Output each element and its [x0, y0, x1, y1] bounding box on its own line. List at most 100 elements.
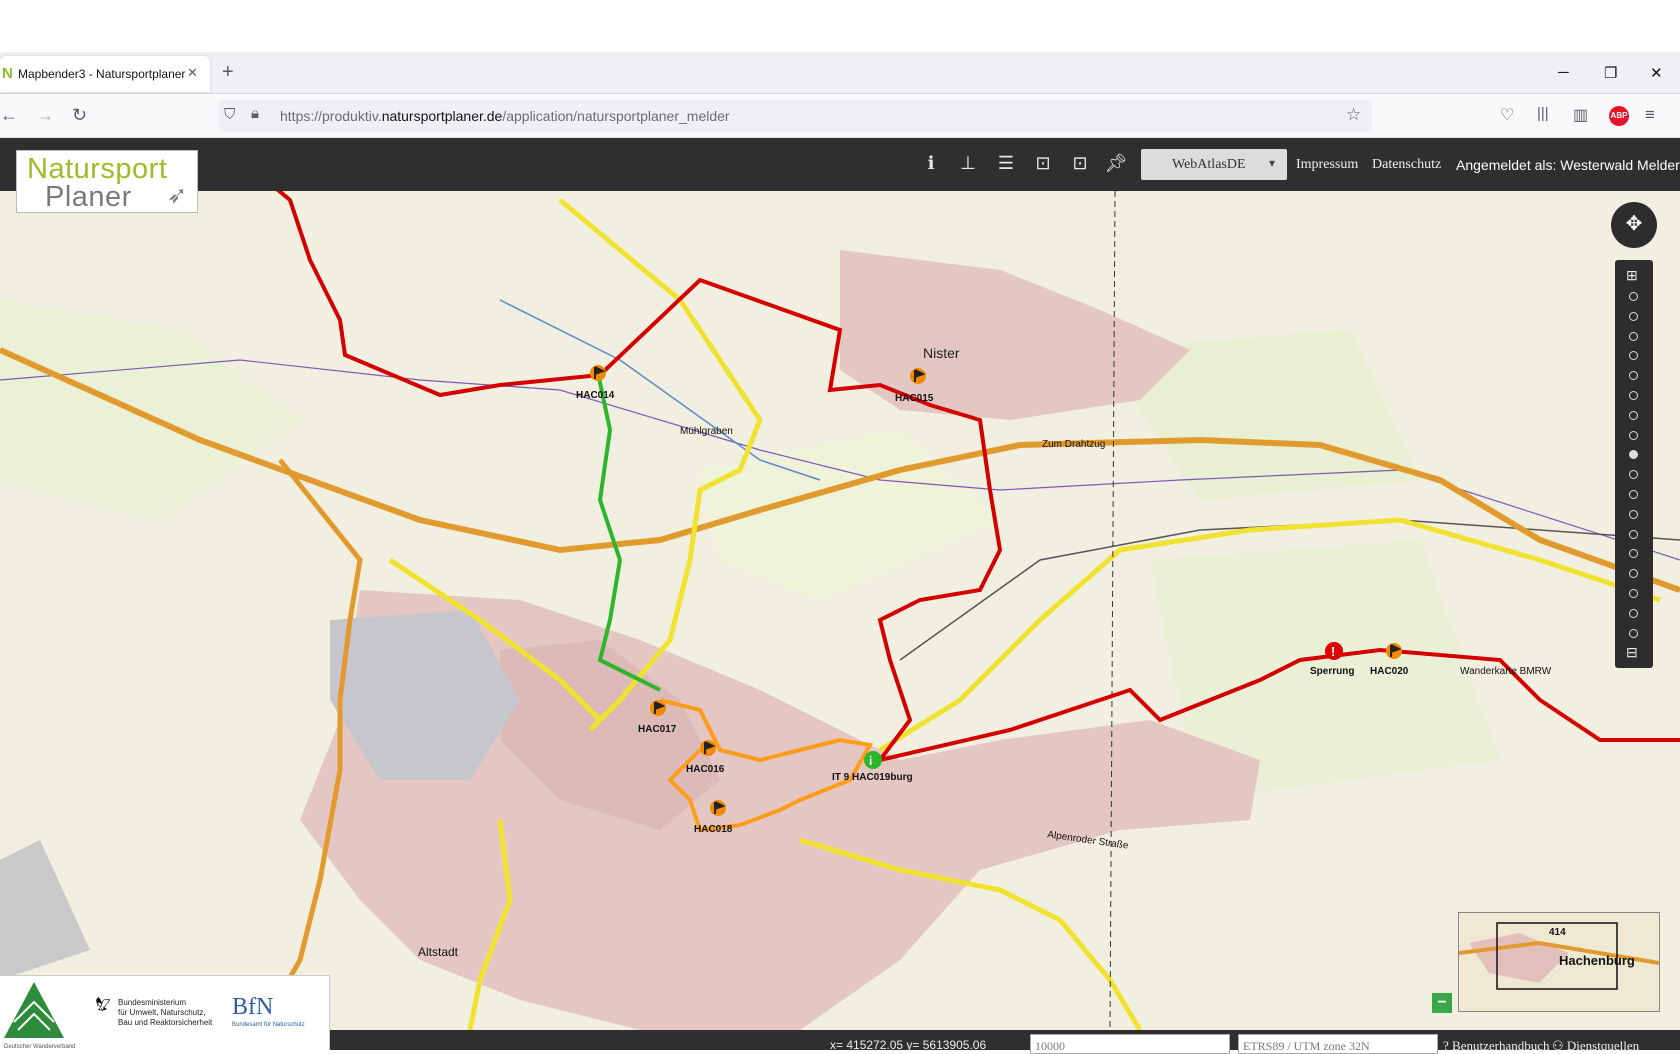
pocket-icon[interactable]: ♡	[1500, 105, 1514, 125]
overview-toggle-button[interactable]: −	[1432, 993, 1452, 1013]
sources-link[interactable]: ⚇ Dienstquellen	[1552, 1038, 1639, 1054]
zoom-level-dot[interactable]	[1629, 312, 1638, 321]
zoom-level-dot[interactable]	[1629, 510, 1638, 519]
zoom-out-icon[interactable]: ⊟	[1626, 644, 1638, 661]
zoom-level-dot[interactable]	[1629, 549, 1638, 558]
url-text: https://produktiv.natursportplaner.de/ap…	[280, 108, 730, 124]
marker-HAC016[interactable]	[700, 740, 716, 756]
zoom-level-dot[interactable]	[1629, 351, 1638, 360]
crop-icon[interactable]: ⊡	[1031, 151, 1055, 175]
marker-label-HAC016: HAC016	[686, 764, 724, 775]
map-layer[interactable]: i !	[0, 191, 1680, 1050]
forward-icon[interactable]: →	[36, 105, 54, 126]
marker-HAC014[interactable]	[590, 365, 606, 381]
zoom-level-dot[interactable]	[1629, 569, 1638, 578]
marker-label-sperrung: Sperrung	[1310, 666, 1354, 677]
sidebar-icon[interactable]: ▥	[1573, 105, 1588, 125]
basemap-select-value: WebAtlasDE	[1172, 157, 1246, 173]
window-close-icon[interactable]: ✕	[1650, 64, 1663, 82]
pin-icon[interactable]: 📌︎	[1104, 151, 1128, 175]
marker-label-HAC015: HAC015	[895, 393, 933, 404]
marker-HAC015[interactable]	[910, 368, 926, 384]
minimize-icon[interactable]: ─	[1558, 64, 1569, 81]
marker-HAC018[interactable]	[710, 800, 726, 816]
crop-alt-icon[interactable]: ⊡	[1068, 151, 1092, 175]
scale-select[interactable]: 10000	[1030, 1034, 1230, 1054]
app-toolbar: ℹ ⊥ ☰ ⊡ ⊡ 📌︎ WebAtlasDE ▾ Impressum Date…	[0, 138, 1680, 191]
url-path: /application/natursportplaner_melder	[502, 108, 729, 124]
url-prefix: https://produktiv.	[280, 108, 382, 124]
zoom-level-dot[interactable]	[1629, 411, 1638, 420]
svg-text:i: i	[869, 754, 872, 768]
bfn-sub: Bundesamt für Naturschutz	[232, 1022, 305, 1028]
bfn-logo: BfN	[232, 994, 273, 1021]
library-icon[interactable]: |||	[1537, 105, 1549, 122]
town-label-nister: Nister	[923, 345, 960, 361]
browser-nav-bar: ← → ↻ ⛉ 🔒︎ https://produktiv.natursportp…	[0, 94, 1680, 138]
cursor-icon: ➶	[167, 181, 187, 210]
wanderverband-logo	[4, 982, 64, 1038]
zoom-bar: ⊞ ⊟	[1615, 260, 1653, 668]
wanderverband-text: Deutscher Wanderverband	[4, 1044, 75, 1050]
basemap-select[interactable]: WebAtlasDE ▾	[1141, 149, 1287, 180]
zoom-level-dot[interactable]	[1629, 470, 1638, 479]
zoom-in-icon[interactable]: ⊞	[1626, 267, 1638, 284]
zoom-level-dot[interactable]	[1629, 589, 1638, 598]
lock-icon[interactable]: 🔒︎	[251, 105, 259, 122]
restore-icon[interactable]: ❐	[1604, 64, 1617, 82]
marker-label-HAC019: IT 9 HAC019burg	[832, 772, 913, 783]
town-label-altstadt: Altstadt	[418, 945, 458, 959]
marker-sperrung[interactable]: !	[1325, 642, 1343, 660]
pan-arrows-icon[interactable]: ✥	[1626, 213, 1643, 235]
zoom-level-dot[interactable]	[1629, 490, 1638, 499]
url-domain: natursportplaner.de	[382, 108, 503, 124]
zoom-level-dot[interactable]	[1629, 292, 1638, 301]
marker-HAC020[interactable]	[1386, 643, 1402, 659]
back-icon[interactable]: ←	[0, 105, 18, 126]
bmu-text: Bundesministerium für Umwelt, Naturschut…	[118, 998, 212, 1028]
layer-list-icon[interactable]: ☰	[994, 151, 1018, 175]
natursportplaner-logo[interactable]: Natursport Planer ➶	[16, 150, 198, 213]
datenschutz-link[interactable]: Datenschutz	[1372, 157, 1441, 173]
handbook-link[interactable]: ? Benutzerhandbuch	[1443, 1038, 1550, 1054]
marker-HAC019[interactable]: i	[864, 751, 882, 769]
people-icon: ⚇	[1552, 1038, 1564, 1053]
street-label-drahtzug: Zum Drahtzug	[1042, 439, 1105, 450]
handbook-label: Benutzerhandbuch	[1452, 1038, 1549, 1053]
logo-line2: Planer	[45, 181, 132, 214]
srs-select[interactable]: ETRS89 / UTM zone 32N	[1238, 1034, 1438, 1054]
zoom-level-dot[interactable]	[1629, 332, 1638, 341]
info-icon[interactable]: ℹ	[919, 151, 943, 175]
zoom-level-dot[interactable]	[1629, 371, 1638, 380]
bookmark-star-icon[interactable]: ☆	[1346, 105, 1361, 125]
zoom-level-dot[interactable]	[1629, 450, 1638, 459]
zoom-level-dot[interactable]	[1629, 431, 1638, 440]
pan-control[interactable]: ✥	[1611, 202, 1657, 248]
shield-icon[interactable]: ⛉	[224, 106, 235, 123]
overview-label: Hachenburg	[1559, 953, 1635, 968]
browser-tab[interactable]: N Mapbender3 - Natursportplaner ✕	[0, 56, 210, 92]
zoom-level-dot[interactable]	[1629, 391, 1638, 400]
adblock-icon[interactable]: ABP	[1609, 106, 1629, 126]
address-bar[interactable]: ⛉ 🔒︎ https://produktiv.natursportplaner.…	[218, 100, 1372, 132]
login-status: Angemeldet als: Westerwald Melder	[1456, 157, 1680, 173]
overview-map[interactable]: Hachenburg 414	[1458, 912, 1660, 1012]
zoom-level-dot[interactable]	[1629, 629, 1638, 638]
marker-HAC017[interactable]	[650, 700, 666, 716]
reload-icon[interactable]: ↻	[72, 105, 87, 126]
marker-label-HAC020: HAC020	[1370, 666, 1408, 677]
sitemap-icon[interactable]: ⊥	[956, 151, 980, 175]
sources-label: Dienstquellen	[1567, 1038, 1639, 1053]
zoom-level-dot[interactable]	[1629, 609, 1638, 618]
chevron-down-icon: ▾	[1269, 156, 1275, 170]
map-canvas[interactable]: i ! Nister Altstadt Mühlgraben Zum Draht…	[0, 191, 1680, 1050]
impressum-link[interactable]: Impressum	[1296, 157, 1358, 173]
new-tab-icon[interactable]: +	[222, 61, 234, 84]
close-tab-icon[interactable]: ✕	[187, 65, 198, 81]
svg-text:!: !	[1331, 644, 1335, 659]
status-bar: x= 415272.05 y= 5613905.06 10000 ETRS89 …	[830, 1038, 1680, 1050]
zoom-level-dot[interactable]	[1629, 530, 1638, 539]
marker-label-HAC014: HAC014	[576, 390, 614, 401]
menu-icon[interactable]: ≡	[1645, 105, 1655, 125]
help-icon: ?	[1443, 1038, 1449, 1053]
